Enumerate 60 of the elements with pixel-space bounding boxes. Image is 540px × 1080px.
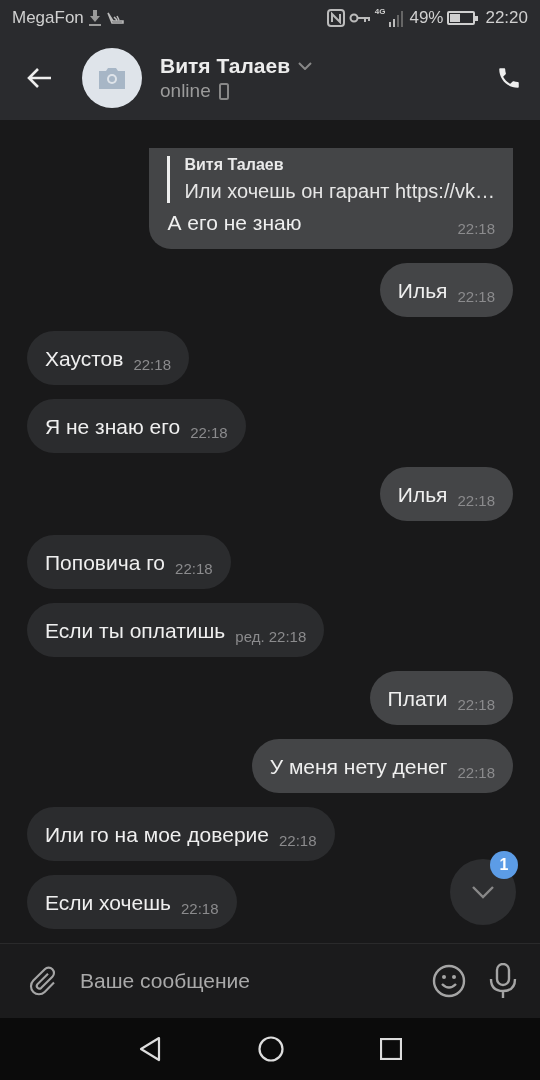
message-text: Если хочешь xyxy=(45,891,171,915)
message-time: 22:18 xyxy=(279,832,317,849)
message-bubble[interactable]: Я не знаю его 22:18 xyxy=(27,399,246,453)
message-time: ред. 22:18 xyxy=(235,628,307,645)
message-text: Поповича го xyxy=(45,551,166,575)
key-icon xyxy=(348,12,371,24)
microphone-icon[interactable] xyxy=(488,963,518,999)
download-icon xyxy=(87,10,102,26)
smiley-icon[interactable] xyxy=(432,964,466,998)
reply-author: Витя Талаев xyxy=(184,156,285,174)
message-time: 22:18 xyxy=(457,220,495,237)
message-text: У меня нету денег xyxy=(269,755,448,779)
message-text: Если ты оплатишь xyxy=(45,619,226,643)
clock-time: 22:20 xyxy=(485,8,528,28)
message-bubble[interactable]: Поповича го 22:18 xyxy=(27,535,231,589)
message-text: Илья xyxy=(397,279,448,303)
battery-icon xyxy=(447,11,476,25)
message-time: 22:18 xyxy=(457,492,495,509)
message-bubble[interactable]: Илья 22:18 xyxy=(379,263,513,317)
message-time: 22:18 xyxy=(133,356,171,373)
message-bubble[interactable]: У меня нету денег 22:18 xyxy=(251,739,513,793)
message-time: 22:18 xyxy=(457,764,495,781)
message-bubble[interactable]: Если хочешь 22:18 xyxy=(27,875,237,929)
chevron-down-icon xyxy=(471,885,495,899)
message-time: 22:18 xyxy=(181,900,219,917)
network-label: 4G xyxy=(374,7,386,16)
message-bubble[interactable]: Плати 22:18 xyxy=(369,671,513,725)
message-text: Хаустов xyxy=(45,347,124,371)
nfc-icon xyxy=(326,9,345,27)
message-time: 22:18 xyxy=(457,696,495,713)
home-circle-icon[interactable] xyxy=(258,1036,284,1062)
reply-text: Или хочешь он гарант https://vk… xyxy=(184,180,495,203)
phone-device-icon xyxy=(218,82,229,100)
battery-percent: 49% xyxy=(409,8,444,28)
reply-quote[interactable]: Витя Талаев Или хочешь он гарант https://vk… xyxy=(167,156,495,203)
back-triangle-icon[interactable] xyxy=(138,1036,162,1062)
unread-badge: 1 xyxy=(490,851,518,879)
message-bubble[interactable]: Или го на мое доверие 22:18 xyxy=(27,807,335,861)
message-text: Я не знаю его xyxy=(45,415,181,439)
message-time: 22:18 xyxy=(175,560,213,577)
message-time: 22:18 xyxy=(190,424,228,441)
message-bubble[interactable]: Илья 22:18 xyxy=(379,467,513,521)
message-bubble[interactable]: Витя Талаев Или хочешь он гарант https://vk… А его не знаю 22:18 xyxy=(149,148,513,249)
chevron-down-icon[interactable] xyxy=(298,62,313,70)
message-time: 22:18 xyxy=(457,288,495,305)
message-text: Плати xyxy=(387,687,448,711)
message-bubble[interactable]: Если ты оплатишь ред. 22:18 xyxy=(27,603,325,657)
carrier-name: MegaFon xyxy=(12,8,84,28)
phone-call-icon[interactable] xyxy=(496,65,522,91)
message-text: А его не знаю xyxy=(167,211,302,235)
signal-icon xyxy=(389,9,406,27)
message-text: Или го на мое доверие xyxy=(45,823,269,847)
back-arrow-icon[interactable] xyxy=(26,67,52,89)
camera-icon xyxy=(97,67,127,89)
message-bubble[interactable]: Хаустов 22:18 xyxy=(27,331,189,385)
online-status: online xyxy=(160,80,211,102)
message-input-field[interactable]: Ваше сообщение xyxy=(80,969,410,993)
contact-name[interactable]: Витя Талаев xyxy=(160,54,291,78)
avatar[interactable] xyxy=(82,48,142,108)
message-text: Илья xyxy=(397,483,448,507)
